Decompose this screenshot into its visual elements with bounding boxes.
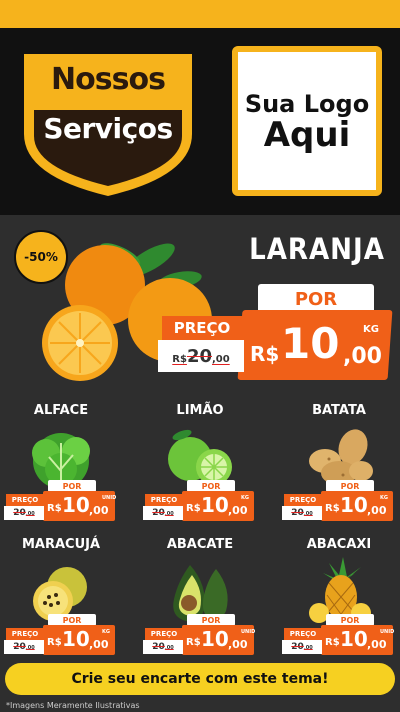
product-preco-label: PREÇO — [145, 494, 183, 506]
logo-text-top: Sua Logo — [244, 90, 370, 118]
product-price-decimal: ,00 — [367, 504, 387, 517]
product-name: BATATA — [312, 403, 366, 418]
product-price-integer: 10 — [340, 627, 368, 651]
product-price-unit: KG — [102, 629, 110, 635]
product-preco-label: PREÇO — [284, 494, 322, 506]
product-price-decimal: ,00 — [89, 504, 109, 517]
product-old-decimal: ,00 — [25, 511, 35, 517]
badge-title-bottom: Serviços — [43, 112, 173, 145]
featured-price-unit: KG — [363, 324, 379, 335]
product-price-decimal: ,00 — [228, 504, 248, 517]
product-card-5[interactable]: ABACAXI POR R$ 10 ,00 UNID PREÇO 20,00 — [278, 537, 400, 662]
product-price-decimal: ,00 — [367, 638, 387, 651]
logo-placeholder[interactable]: Sua Logo Aqui — [232, 46, 382, 196]
product-price-unit: UNID — [102, 495, 117, 501]
product-old-decimal: ,00 — [164, 645, 174, 651]
product-old-integer: 20 — [291, 642, 304, 652]
product-price-unit: UNID — [380, 629, 395, 635]
product-preco-label: PREÇO — [6, 628, 44, 640]
product-old-integer: 20 — [152, 508, 165, 518]
header-stripe — [0, 0, 400, 28]
featured-old-decimal: ,00 — [212, 353, 230, 365]
featured-old-currency: R$ — [172, 353, 187, 365]
product-price-unit: KG — [380, 495, 388, 501]
cta-banner[interactable]: Crie seu encarte com este tema! — [5, 663, 395, 695]
header: Nossos Serviços Sua Logo Aqui — [0, 0, 400, 215]
product-old-decimal: ,00 — [303, 511, 313, 517]
product-old-price: 20,00 — [282, 640, 322, 654]
product-old-integer: 20 — [152, 642, 165, 652]
product-price-currency: R$ — [47, 503, 62, 514]
product-price-integer: 10 — [62, 493, 90, 517]
product-name: ABACAXI — [306, 537, 372, 552]
product-preco-label: PREÇO — [6, 494, 44, 506]
services-badge: Nossos Serviços — [18, 50, 198, 198]
product-price-integer: 10 — [201, 627, 229, 651]
product-price-integer: 10 — [340, 493, 368, 517]
product-name: MARACUJÁ — [21, 537, 101, 552]
product-old-decimal: ,00 — [164, 511, 174, 517]
product-old-price: 20,00 — [282, 506, 322, 520]
featured-product-name: LARANJA — [249, 232, 385, 266]
product-old-decimal: ,00 — [25, 645, 35, 651]
product-name: ALFACE — [33, 403, 89, 418]
product-old-integer: 20 — [291, 508, 304, 518]
product-old-price: 20,00 — [143, 640, 183, 654]
featured-old-integer: 20 — [186, 345, 212, 367]
featured-preco-label: PREÇO — [162, 316, 242, 340]
logo-text-bottom: Aqui — [263, 115, 351, 155]
product-name: LIMÃO — [176, 403, 224, 418]
product-price-currency: R$ — [325, 503, 340, 514]
product-price-decimal: ,00 — [89, 638, 109, 651]
product-price-integer: 10 — [201, 493, 229, 517]
product-price-currency: R$ — [325, 637, 340, 648]
product-old-price: 20,00 — [4, 640, 44, 654]
product-preco-label: PREÇO — [145, 628, 183, 640]
product-card-2[interactable]: BATATA POR R$ 10 ,00 KG PREÇO 20,00 — [278, 403, 400, 528]
product-old-integer: 20 — [13, 508, 26, 518]
featured-price-integer: 10 — [281, 319, 340, 368]
discount-badge: -50% — [14, 230, 68, 284]
product-preco-label: PREÇO — [284, 628, 322, 640]
product-price-decimal: ,00 — [228, 638, 248, 651]
featured-price-currency: R$ — [250, 342, 280, 366]
product-name: ABACATE — [166, 537, 234, 552]
product-card-4[interactable]: ABACATE POR R$ 10 ,00 UNID PREÇO 20,00 — [139, 537, 261, 662]
product-card-0[interactable]: ALFACE POR R$ 10 ,00 UNID PREÇO 20,00 — [0, 403, 122, 528]
product-old-price: 20,00 — [4, 506, 44, 520]
featured-price-decimal: ,00 — [343, 344, 382, 369]
disclaimer-text: *Imagens Meramente Ilustrativas — [6, 701, 140, 710]
product-price-unit: KG — [241, 495, 249, 501]
featured-old-price: R$20,00 — [158, 340, 244, 372]
product-price-currency: R$ — [47, 637, 62, 648]
product-old-integer: 20 — [13, 642, 26, 652]
product-price-integer: 10 — [62, 627, 90, 651]
product-card-3[interactable]: MARACUJÁ POR R$ 10 ,00 KG PREÇO 20,00 — [0, 537, 122, 662]
product-price-unit: UNID — [241, 629, 256, 635]
product-old-price: 20,00 — [143, 506, 183, 520]
product-price-currency: R$ — [186, 503, 201, 514]
badge-title-top: Nossos — [51, 62, 166, 97]
product-old-decimal: ,00 — [303, 645, 313, 651]
product-card-1[interactable]: LIMÃO POR R$ 10 ,00 KG PREÇO 20,00 — [139, 403, 261, 528]
product-price-currency: R$ — [186, 637, 201, 648]
